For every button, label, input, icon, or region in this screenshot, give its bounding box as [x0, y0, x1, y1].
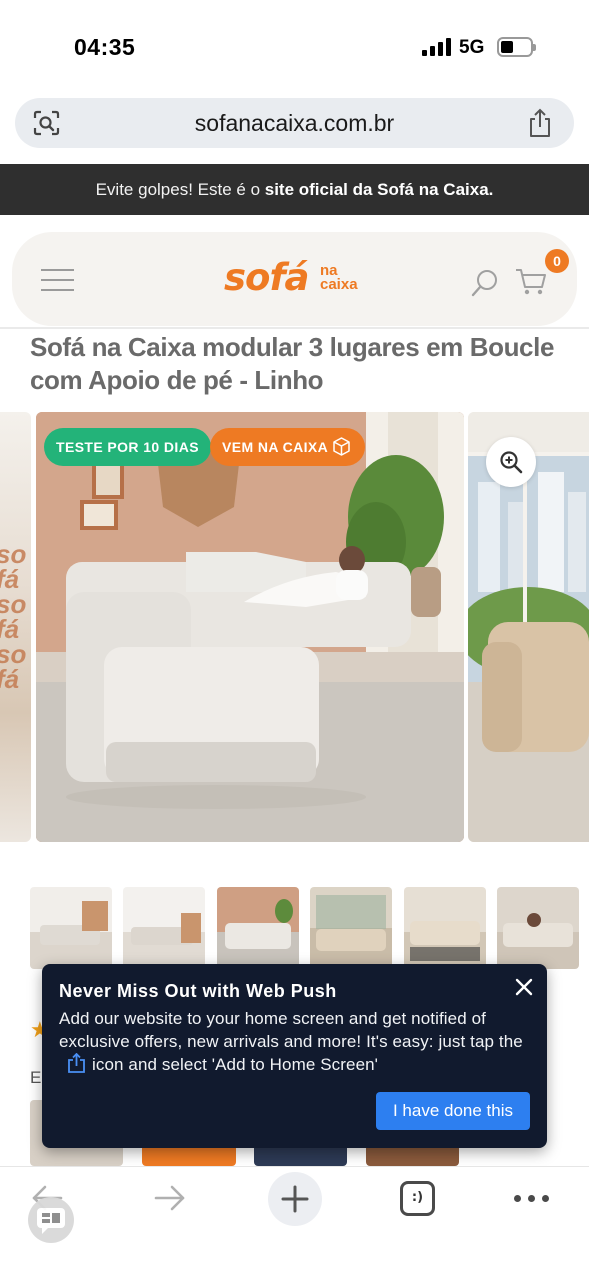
cart-count-badge[interactable]: 0: [545, 249, 569, 273]
push-popup-title: Never Miss Out with Web Push: [59, 981, 337, 1001]
network-label: 5G: [459, 37, 485, 58]
search-icon[interactable]: [470, 268, 500, 298]
announcement-bar: Evite golpes! Este é o site oficial da S…: [0, 164, 589, 215]
camera-search-icon[interactable]: [33, 110, 60, 136]
signal-icon: [422, 38, 452, 56]
share-icon: [68, 1053, 85, 1073]
chat-widget-button[interactable]: [28, 1197, 74, 1243]
web-push-popup: Never Miss Out with Web Push Add our web…: [42, 964, 547, 1148]
box-icon: [333, 437, 350, 456]
thumbnail[interactable]: [123, 887, 205, 969]
url-text[interactable]: sofanacaixa.com.br: [15, 110, 574, 137]
trial-badge: TESTE POR 10 DIAS: [44, 428, 211, 466]
status-time: 04:35: [74, 34, 136, 60]
push-popup-body: Add our website to your home screen and …: [59, 1008, 537, 1077]
logo-sub: na caixa: [320, 263, 358, 293]
thumbnail-strip: [30, 887, 589, 969]
push-body-after: icon and select 'Add to Home Screen': [92, 1055, 379, 1074]
box-badge: VEM NA CAIXA: [210, 428, 366, 466]
share-icon[interactable]: [527, 108, 553, 138]
cart-icon[interactable]: [515, 268, 547, 296]
zoom-button[interactable]: [486, 437, 536, 487]
menu-icon[interactable]: [41, 269, 74, 291]
thumbnail[interactable]: [310, 887, 392, 969]
logo-main: sofá: [224, 256, 310, 299]
logo[interactable]: sofá na caixa: [224, 256, 374, 302]
push-body-before: Add our website to your home screen and …: [59, 1009, 523, 1051]
browser-toolbar: :): [0, 1166, 589, 1280]
announcement-prefix: Evite golpes! Este é o: [95, 180, 265, 199]
forward-icon[interactable]: [154, 1185, 186, 1211]
thumbnail[interactable]: [217, 887, 299, 969]
chat-icon: [37, 1208, 65, 1234]
page: 04:35 5G sofanacaixa.com.br Evite golpes…: [0, 0, 589, 1280]
zoom-icon: [500, 451, 523, 474]
status-bar: 04:35 5G: [0, 0, 589, 90]
box-badge-label: VEM NA CAIXA: [222, 439, 329, 455]
header-divider: [0, 327, 589, 329]
battery-icon: [497, 37, 536, 57]
thumbnail[interactable]: [404, 887, 486, 969]
url-bar[interactable]: sofanacaixa.com.br: [15, 98, 574, 148]
done-button[interactable]: I have done this: [376, 1092, 530, 1130]
close-icon[interactable]: [514, 977, 534, 997]
plus-icon: [281, 1185, 309, 1213]
thumbnail[interactable]: [497, 887, 579, 969]
new-tab-button[interactable]: [268, 1172, 322, 1226]
site-header: sofá na caixa 0: [12, 232, 577, 326]
thumbnail[interactable]: [30, 887, 112, 969]
more-icon[interactable]: [514, 1195, 550, 1203]
logo-sub-2: caixa: [320, 276, 358, 293]
product-title: Sofá na Caixa modular 3 lugares em Boucl…: [30, 332, 555, 395]
gallery-main-image[interactable]: [36, 412, 464, 842]
announcement-bold: site oficial da Sofá na Caixa.: [264, 180, 494, 199]
gallery-prev-image[interactable]: sofásofásofá: [0, 412, 31, 842]
tabs-icon[interactable]: :): [400, 1181, 435, 1216]
